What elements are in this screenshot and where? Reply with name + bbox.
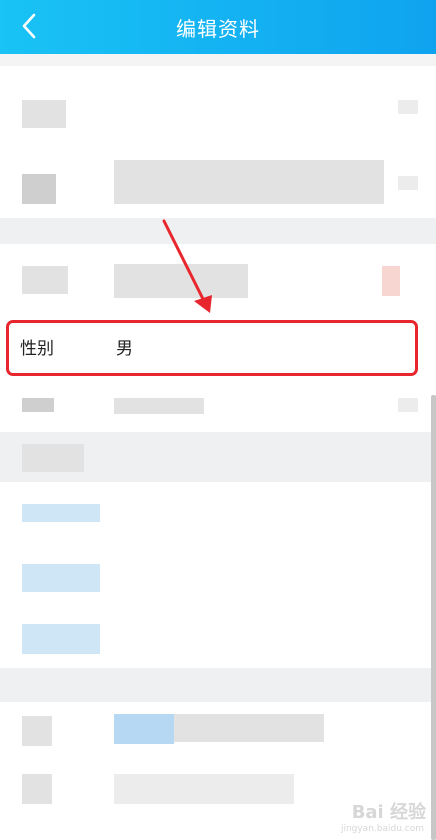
page-title: 编辑资料 bbox=[176, 16, 260, 41]
back-chevron-icon[interactable] bbox=[18, 13, 42, 39]
blurred-link bbox=[22, 624, 100, 654]
watermark-logo: Bai 经验 jingyan.baidu.com bbox=[308, 796, 428, 834]
blurred-label bbox=[22, 716, 52, 746]
blurred-label bbox=[22, 100, 66, 128]
blurred-link bbox=[22, 564, 100, 592]
profile-section-3 bbox=[0, 376, 436, 432]
blurred-label bbox=[22, 174, 56, 204]
blurred-label bbox=[22, 774, 52, 804]
blurred-value bbox=[114, 714, 174, 744]
blurred-badge bbox=[382, 266, 400, 296]
scrollbar[interactable] bbox=[431, 395, 436, 840]
blurred-value bbox=[114, 398, 204, 414]
profile-section-4 bbox=[0, 482, 436, 668]
blurred-chevron bbox=[398, 176, 418, 190]
blurred-value bbox=[174, 714, 324, 742]
section-gap bbox=[0, 432, 436, 482]
blurred-label bbox=[22, 266, 68, 294]
blurred-chevron bbox=[398, 100, 418, 114]
blurred-label bbox=[22, 398, 54, 412]
top-bar: 编辑资料 bbox=[0, 0, 436, 54]
profile-section-1 bbox=[0, 66, 436, 218]
blurred-value bbox=[114, 774, 294, 804]
watermark-text: Bai 经验 bbox=[351, 802, 426, 823]
section-gap bbox=[0, 668, 436, 702]
blurred-link bbox=[22, 504, 100, 522]
blurred-section-title bbox=[22, 444, 84, 472]
annotation-arrow-icon bbox=[162, 219, 212, 313]
blurred-value bbox=[114, 160, 384, 204]
watermark-subtext: jingyan.baidu.com bbox=[340, 824, 424, 834]
blurred-chevron bbox=[398, 398, 418, 412]
highlight-box bbox=[6, 320, 418, 376]
